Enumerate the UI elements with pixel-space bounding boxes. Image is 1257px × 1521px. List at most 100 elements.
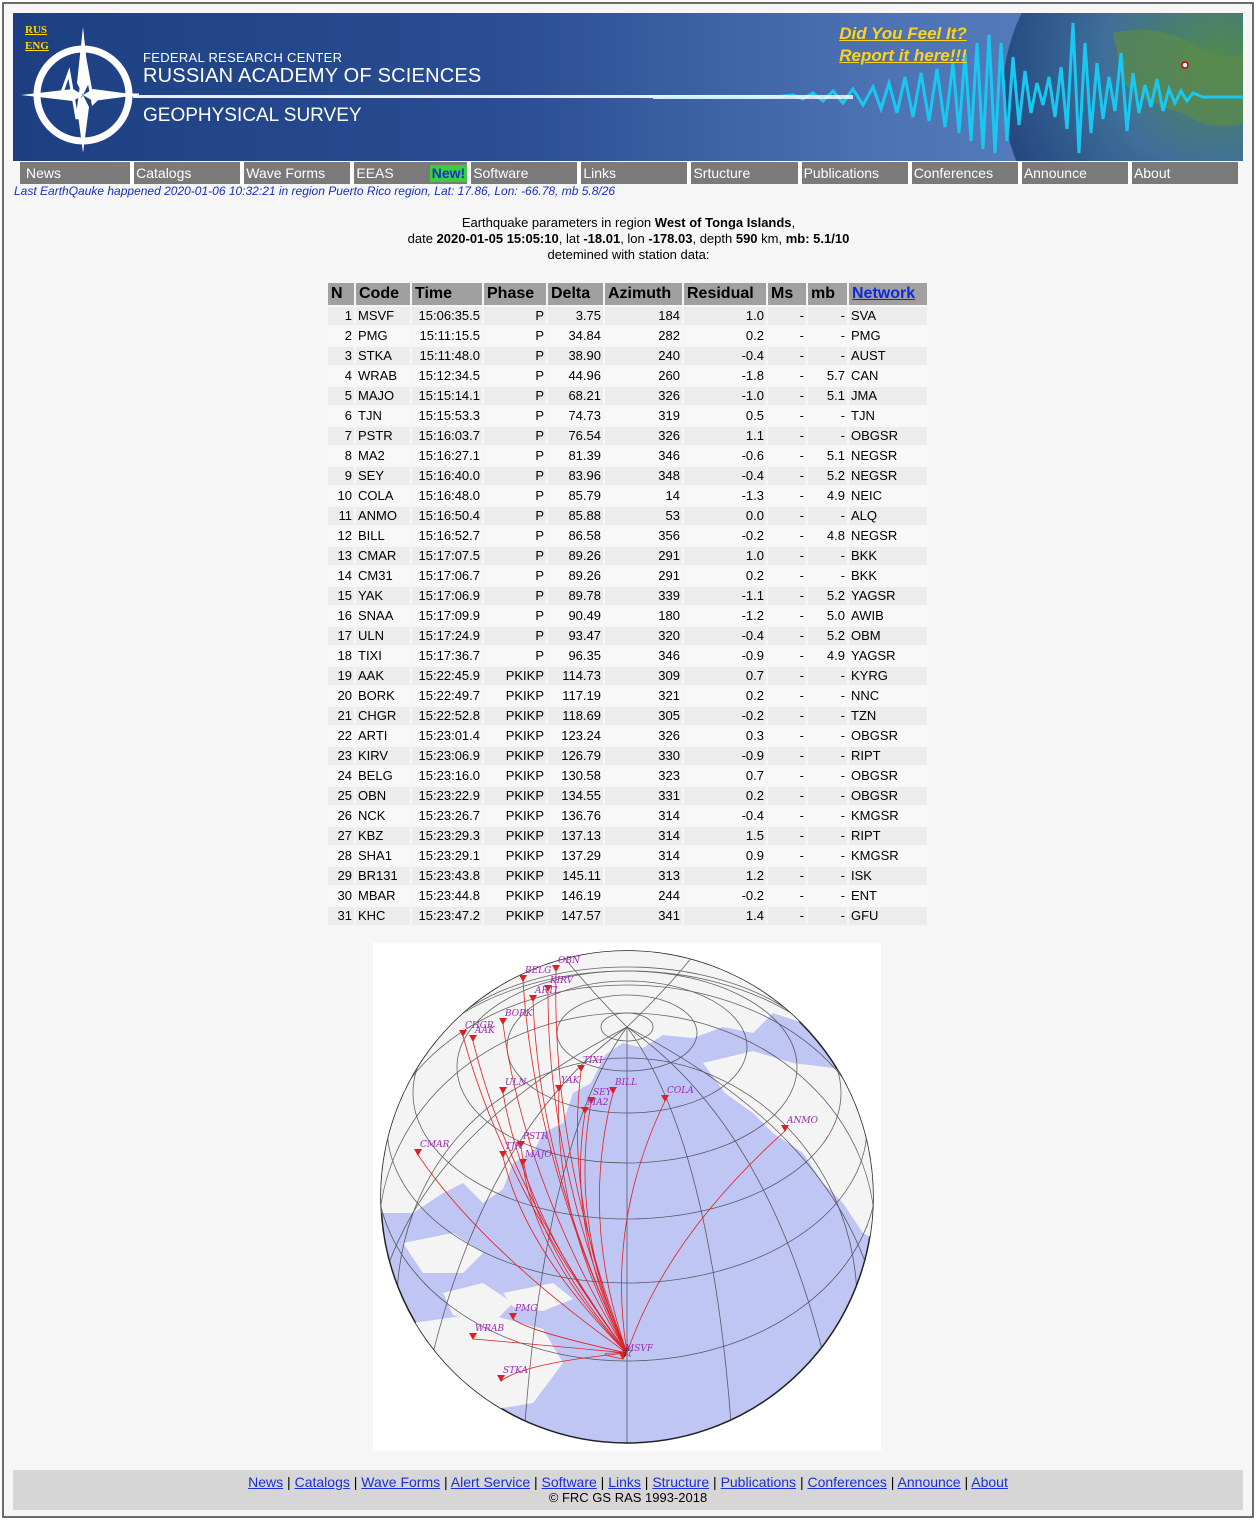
cell-azimuth: 346 — [605, 647, 682, 665]
nav-conferences[interactable]: Conferences — [907, 162, 1018, 184]
cell-mb: 4.9 — [808, 487, 847, 505]
table-row: 4 WRAB 15:12:34.5 P 44.96 260 -1.8-5.7 CAN — [328, 367, 927, 385]
footer-link-wave-forms[interactable]: Wave Forms — [361, 1474, 440, 1490]
nav-software-label[interactable]: Software — [473, 165, 528, 181]
cell-azimuth: 314 — [605, 847, 682, 865]
cell-ms: - — [768, 347, 806, 365]
nav-publications[interactable]: Publications — [797, 162, 908, 184]
cell-delta: 85.88 — [548, 507, 603, 525]
cell-residual: 1.5 — [684, 827, 766, 845]
cell-mb: - — [808, 807, 847, 825]
cell-phase: P — [484, 647, 546, 665]
cell-delta: 81.39 — [548, 447, 603, 465]
footer-link-announce[interactable]: Announce — [898, 1474, 961, 1490]
nav-structure[interactable]: Srtucture — [687, 162, 797, 184]
station-map: OBNBELGKIRVARTIBORKCHGRAAKTIXIULN YAK BILL… — [373, 943, 881, 1451]
feel-line-2[interactable]: Report it here!!! — [803, 45, 1003, 67]
table-row: 13 CMAR 15:17:07.5 P 89.26 291 1.0- - BKK — [328, 547, 927, 565]
last-earthquake-link[interactable]: Last EarthQauke happened 2020-01-06 10:3… — [14, 184, 615, 198]
nav-catalogs[interactable]: Catalogs — [130, 162, 240, 184]
nav-news[interactable]: News — [20, 162, 130, 184]
cell-mb: - — [808, 667, 847, 685]
cell-time: 15:16:48.0 — [412, 487, 482, 505]
cell-residual: -1.3 — [684, 487, 766, 505]
nav-about-label[interactable]: About — [1134, 165, 1171, 181]
cell-n: 17 — [328, 627, 354, 645]
footer-link-publications[interactable]: Publications — [721, 1474, 797, 1490]
nav-links-label[interactable]: Links — [583, 165, 616, 181]
footer-links: News | Catalogs | Wave Forms | Alert Ser… — [248, 1474, 1008, 1490]
nav-about[interactable]: About — [1127, 162, 1238, 184]
table-row: 8 MA2 15:16:27.1 P 81.39 346 -0.6-5.1 NEGSR — [328, 447, 927, 465]
cell-network: TZN — [849, 707, 927, 725]
cell-residual: -0.4 — [684, 467, 766, 485]
col-network-link[interactable]: Network — [849, 283, 927, 305]
table-row: 21 CHGR 15:22:52.8 PKIKP 118.69 305 -0.2- - TZN — [328, 707, 927, 725]
cell-residual: 1.0 — [684, 547, 766, 565]
cell-n: 10 — [328, 487, 354, 505]
cell-delta: 38.90 — [548, 347, 603, 365]
footer-link-conferences[interactable]: Conferences — [807, 1474, 886, 1490]
cell-mb: - — [808, 747, 847, 765]
footer-link-news[interactable]: News — [248, 1474, 283, 1490]
cell-network: AUST — [849, 347, 927, 365]
cell-delta: 146.19 — [548, 887, 603, 905]
footer-link-links[interactable]: Links — [608, 1474, 641, 1490]
cell-time: 15:16:50.4 — [412, 507, 482, 525]
cell-azimuth: 321 — [605, 687, 682, 705]
nav-publications-label[interactable]: Publications — [804, 165, 880, 181]
cell-ms: - — [768, 447, 806, 465]
feel-it-link[interactable]: Did You Feel It? Report it here!!! — [803, 23, 1003, 67]
nav-eeas-label[interactable]: EEAS — [356, 165, 393, 181]
cell-azimuth: 319 — [605, 407, 682, 425]
cell-ms: - — [768, 747, 806, 765]
cell-residual: -0.2 — [684, 887, 766, 905]
cell-network: TJN — [849, 407, 927, 425]
cell-ms: - — [768, 467, 806, 485]
cell-residual: -0.2 — [684, 707, 766, 725]
nav-announce[interactable]: Announce — [1017, 162, 1128, 184]
cell-residual: 0.7 — [684, 667, 766, 685]
feel-line-1[interactable]: Did You Feel It? — [803, 23, 1003, 45]
nav-news-label[interactable]: News — [26, 165, 61, 181]
cell-network: ENT — [849, 887, 927, 905]
cell-mb: - — [808, 507, 847, 525]
cell-phase: PKIKP — [484, 747, 546, 765]
nav-software[interactable]: Software — [467, 162, 577, 184]
cell-delta: 74.73 — [548, 407, 603, 425]
footer-link-structure[interactable]: Structure — [652, 1474, 709, 1490]
cell-residual: -1.1 — [684, 587, 766, 605]
nav-announce-label[interactable]: Announce — [1024, 165, 1087, 181]
footer-link-alert-service[interactable]: Alert Service — [451, 1474, 530, 1490]
col-time: Time — [412, 283, 482, 305]
cell-azimuth: 323 — [605, 767, 682, 785]
nav-structure-label[interactable]: Srtucture — [693, 165, 750, 181]
cell-residual: 0.9 — [684, 847, 766, 865]
cell-residual: -1.2 — [684, 607, 766, 625]
cell-azimuth: 346 — [605, 447, 682, 465]
cell-azimuth: 348 — [605, 467, 682, 485]
nav-wave-forms[interactable]: Wave Forms — [240, 162, 350, 184]
nav-eeas[interactable]: EEAS New! — [350, 162, 468, 184]
footer-link-software[interactable]: Software — [542, 1474, 597, 1490]
cell-ms: - — [768, 527, 806, 545]
cell-delta: 123.24 — [548, 727, 603, 745]
footer-link-about[interactable]: About — [971, 1474, 1008, 1490]
footer-link-catalogs[interactable]: Catalogs — [295, 1474, 350, 1490]
nav-wave-forms-label[interactable]: Wave Forms — [246, 165, 325, 181]
cell-n: 12 — [328, 527, 354, 545]
cell-ms: - — [768, 647, 806, 665]
cell-phase: P — [484, 507, 546, 525]
cell-delta: 134.55 — [548, 787, 603, 805]
cell-network: JMA — [849, 387, 927, 405]
nav-links[interactable]: Links — [577, 162, 687, 184]
nav-conferences-label[interactable]: Conferences — [914, 165, 993, 181]
table-row: 9 SEY 15:16:40.0 P 83.96 348 -0.4-5.2 NEGSR — [328, 467, 927, 485]
cell-n: 28 — [328, 847, 354, 865]
nav-new-badge[interactable]: New! — [429, 165, 468, 182]
nav-catalogs-label[interactable]: Catalogs — [136, 165, 191, 181]
cell-code: BILL — [356, 527, 410, 545]
cell-time: 15:23:06.9 — [412, 747, 482, 765]
cell-phase: P — [484, 587, 546, 605]
cell-delta: 126.79 — [548, 747, 603, 765]
